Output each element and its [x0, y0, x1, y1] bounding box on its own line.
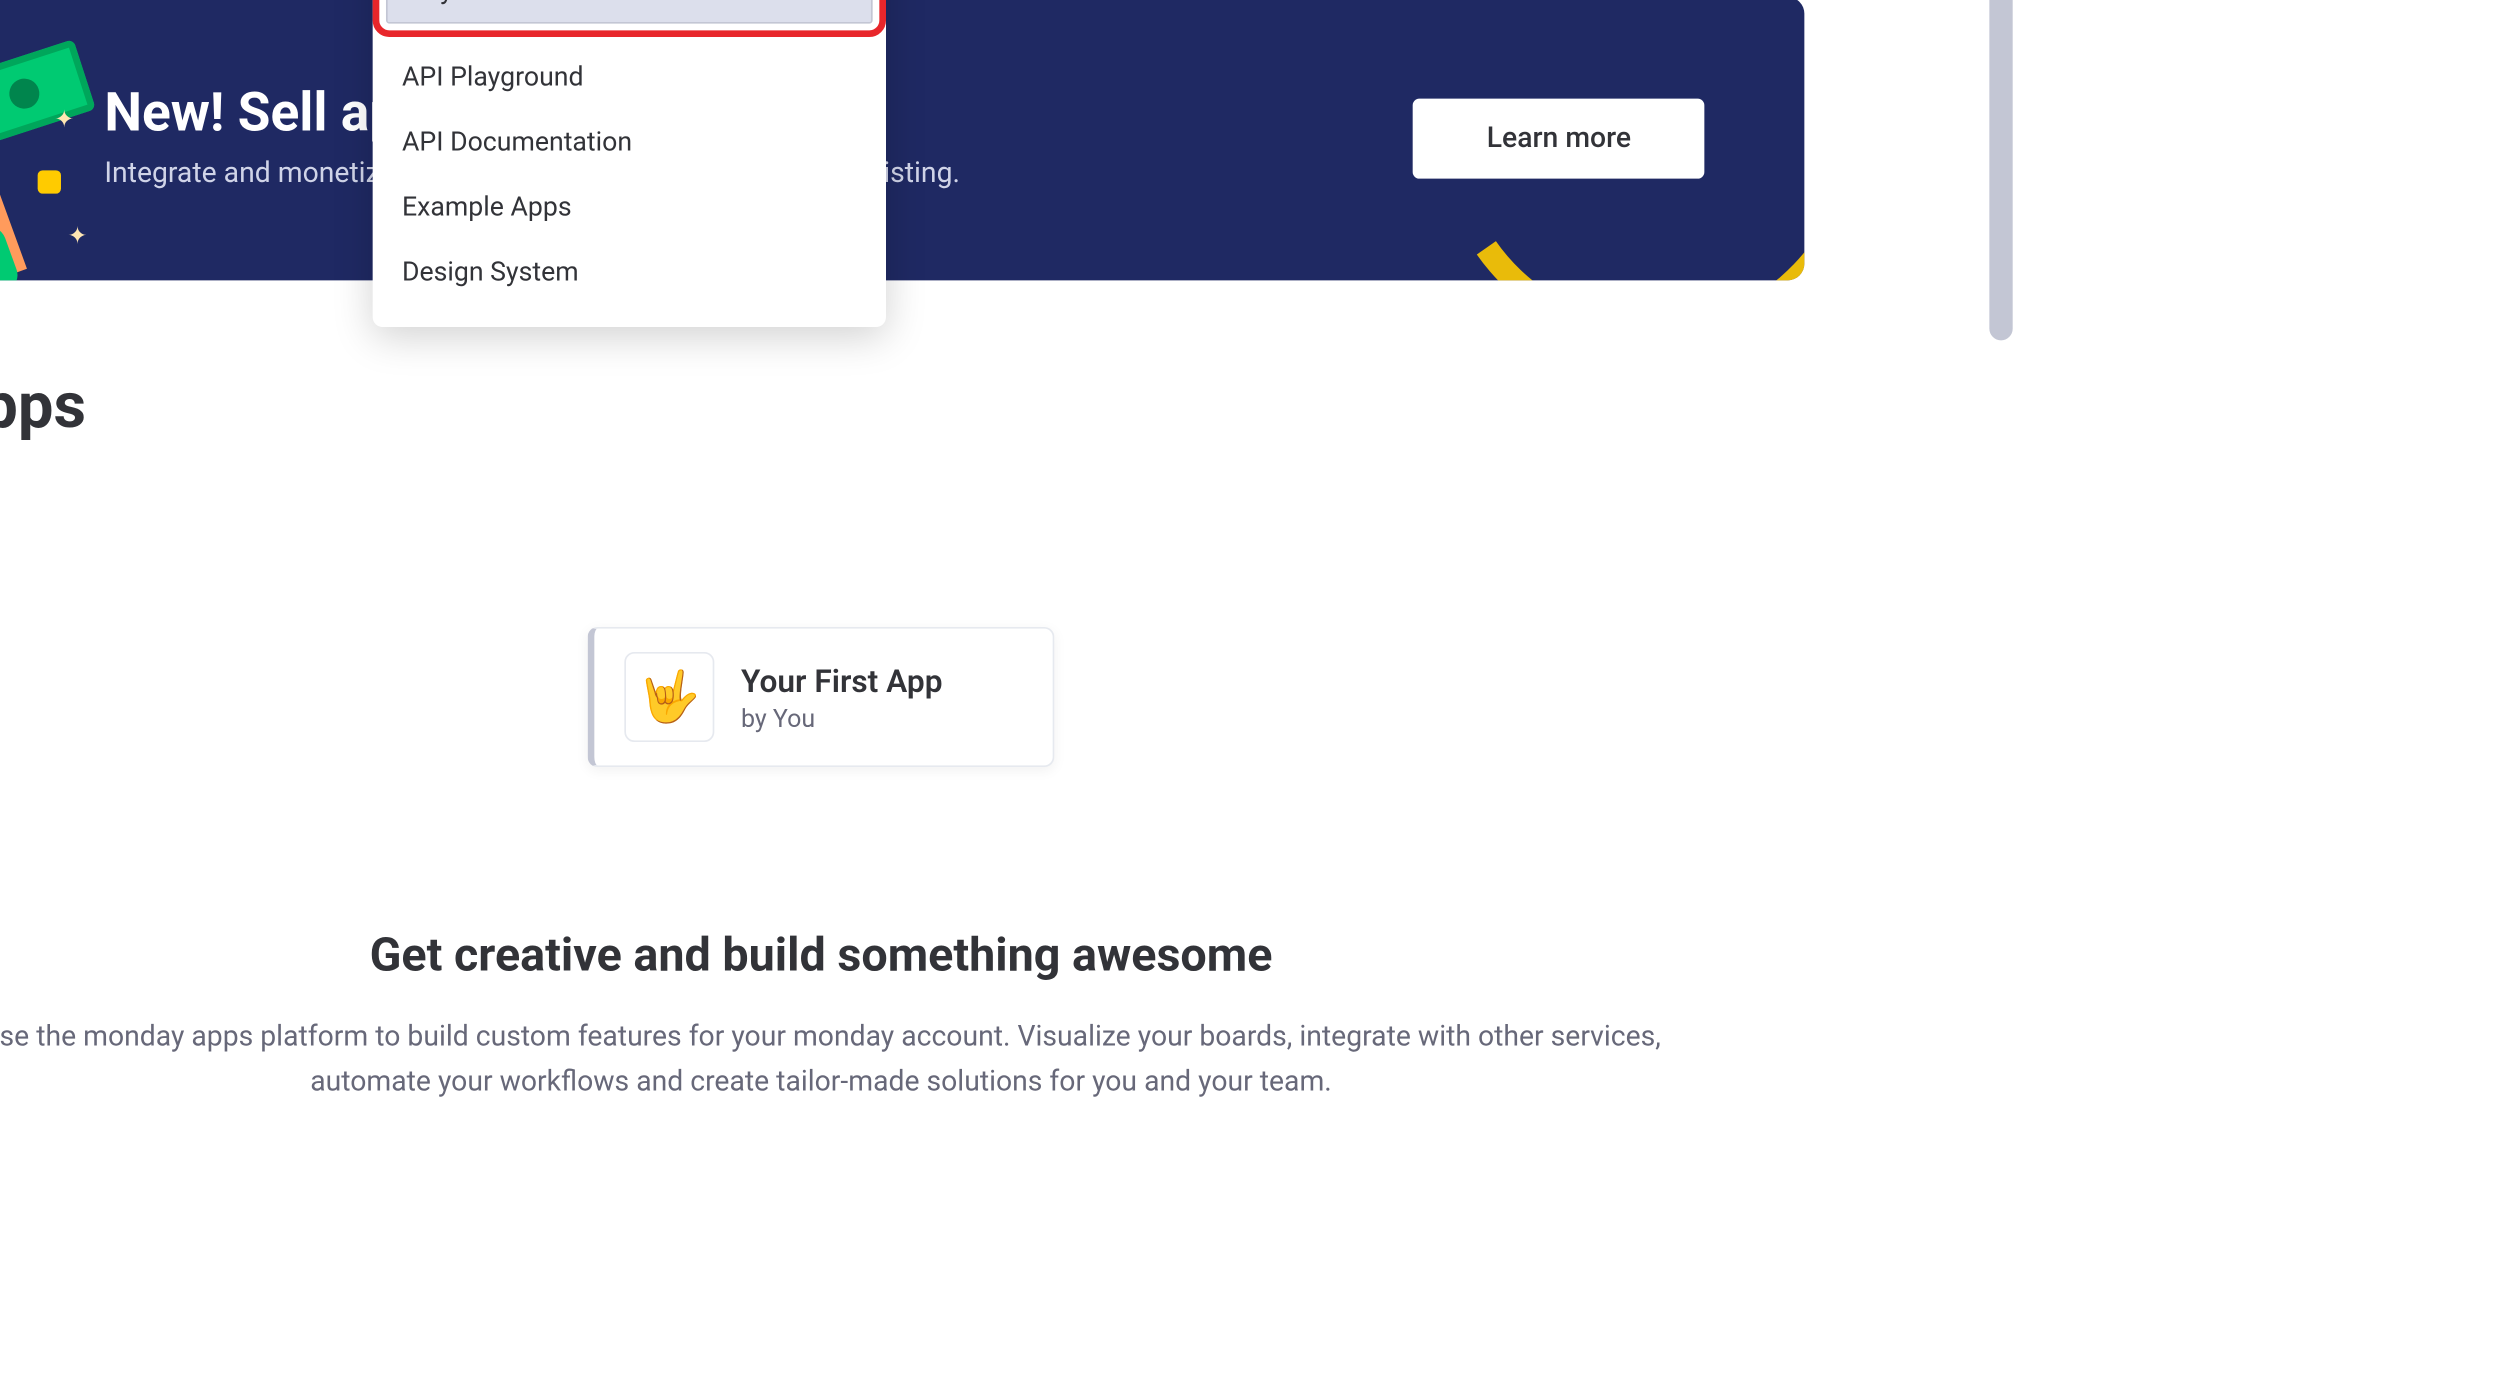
- creative-heading: Get creative and build something awesome: [0, 927, 1804, 982]
- app-card-your-first-app[interactable]: 🤟 Your First App by You: [588, 627, 1055, 767]
- scrollbar[interactable]: [1989, 0, 2012, 340]
- app-card-title: Your First App: [741, 661, 943, 699]
- page-title: My Apps: [0, 370, 1804, 443]
- menu-item-my-access-tokens[interactable]: My Access Tokens: [385, 0, 872, 23]
- app-card-author: by You: [741, 703, 943, 733]
- creative-body: Use the monday apps platform to build cu…: [0, 1015, 1671, 1106]
- developer-dropdown: My Access Tokens API Playground API Docu…: [372, 0, 885, 326]
- main-area: </> Apps My Apps Help Developer: [0, 0, 2016, 1099]
- menu-item-api-documentation[interactable]: API Documentation: [372, 108, 885, 173]
- menu-item-example-apps[interactable]: Example Apps: [372, 173, 885, 238]
- banner-arc-decoration: [1403, 0, 1804, 280]
- banner-illustration: ✦ ✦ ✦: [0, 40, 88, 280]
- promo-banner: ✦ ✦ ✦ New! Sell apps on paid plans Integ…: [0, 0, 1804, 280]
- app-icon: 🤟: [624, 652, 714, 742]
- menu-item-design-system[interactable]: Design System: [372, 238, 885, 303]
- menu-item-api-playground[interactable]: API Playground: [372, 43, 885, 108]
